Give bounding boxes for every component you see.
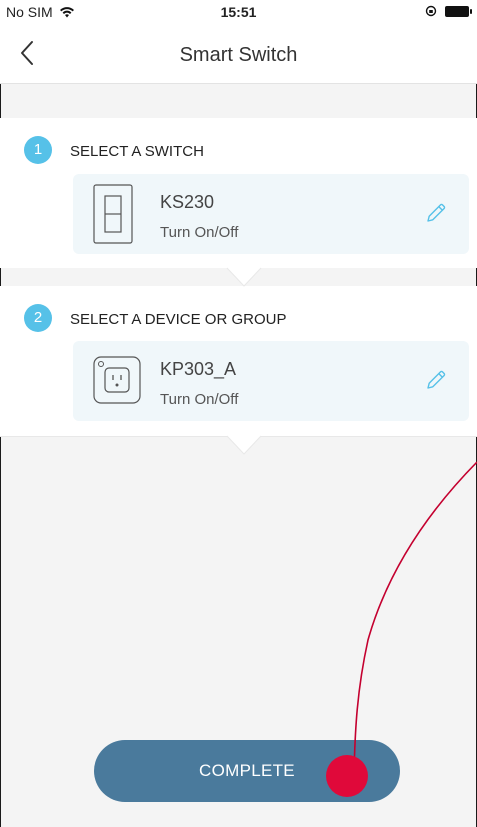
step-2-label: SELECT A DEVICE OR GROUP	[70, 311, 287, 328]
battery-icon	[445, 5, 472, 17]
wall-switch-icon	[93, 184, 133, 244]
device-name: KP303_A	[160, 359, 237, 379]
nav-bar: Smart Switch	[0, 24, 477, 84]
step-1-section: 1 SELECT A SWITCH KS230 Turn On/Off	[0, 118, 477, 268]
device-card[interactable]: KP303_A Turn On/Off	[73, 341, 469, 421]
switch-action: Turn On/Off	[160, 224, 239, 241]
step-1-label: SELECT A SWITCH	[70, 143, 204, 160]
smart-plug-icon	[93, 356, 141, 404]
status-right	[425, 5, 472, 17]
pencil-icon[interactable]	[425, 369, 447, 391]
page-title: Smart Switch	[179, 44, 298, 66]
status-bar: No SIM 15:51	[0, 0, 477, 24]
rotation-lock-icon	[425, 5, 437, 17]
step-2-section: 2 SELECT A DEVICE OR GROUP KP303_A Turn …	[0, 286, 477, 437]
status-time: 15:51	[220, 4, 257, 20]
switch-name: KS230	[160, 192, 215, 212]
step-1-badge: 1	[24, 136, 52, 164]
pencil-icon[interactable]	[425, 202, 447, 224]
device-action: Turn On/Off	[160, 391, 239, 408]
step-2-badge: 2	[24, 304, 52, 332]
complete-button[interactable]: COMPLETE	[94, 740, 400, 802]
switch-card[interactable]: KS230 Turn On/Off	[73, 174, 469, 254]
